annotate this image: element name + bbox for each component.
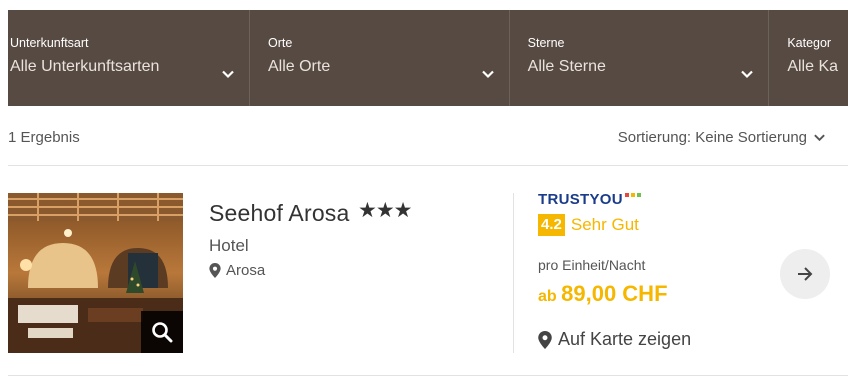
filter-orte[interactable]: Orte Alle Orte [250, 10, 510, 106]
divider [8, 165, 848, 166]
filter-label: Orte [267, 36, 293, 50]
sort-label: Sortierung: Keine Sortierung [617, 129, 807, 146]
rating-score: 4.2 [538, 214, 565, 236]
filter-label: Unterkunftsart [10, 36, 89, 50]
filter-bar: Unterkunftsart Alle Unterkunftsarten Ort… [8, 10, 848, 106]
trustyou-logo: TRUSTYOU [538, 191, 641, 208]
chevron-down-icon [741, 70, 754, 79]
filter-unterkunftsart[interactable]: Unterkunftsart Alle Unterkunftsarten [8, 10, 250, 106]
filter-value: Alle Ka [787, 58, 839, 75]
rating-row: 4.2 Sehr Gut [538, 214, 639, 236]
trustyou-dots [624, 193, 641, 197]
filter-value: Alle Orte [267, 58, 331, 75]
search-icon [152, 322, 173, 343]
map-marker-icon [209, 263, 221, 278]
zoom-button[interactable] [141, 311, 183, 353]
chevron-down-icon [814, 134, 825, 142]
divider [8, 375, 848, 376]
filter-label: Sterne [527, 36, 565, 50]
location-label: Arosa [226, 262, 266, 279]
chevron-down-icon [481, 70, 494, 79]
filter-sterne[interactable]: Sterne Alle Sterne [510, 10, 770, 106]
filter-label: Kategor [787, 36, 832, 50]
show-on-map-link[interactable]: Auf Karte zeigen [538, 329, 691, 350]
map-link-label: Auf Karte zeigen [558, 329, 692, 349]
map-marker-icon [538, 330, 552, 349]
hotel-location: Arosa [209, 262, 265, 279]
details-button[interactable] [780, 249, 830, 299]
hotel-type: Hotel [209, 236, 249, 255]
arrow-right-icon [798, 267, 813, 281]
chevron-down-icon [222, 70, 234, 79]
star-rating: ★★★ [358, 199, 412, 222]
hotel-name[interactable]: Seehof Arosa [209, 200, 350, 227]
trustyou-label: TRUSTYOU [538, 191, 623, 208]
hotel-image[interactable] [8, 193, 183, 353]
rating-label: Sehr Gut [570, 215, 639, 234]
price-unit: pro Einheit/Nacht [538, 257, 646, 273]
price-amount: 89,00 CHF [561, 281, 668, 306]
price: ab 89,00 CHF [538, 281, 668, 307]
divider [513, 193, 514, 353]
price-prefix: ab [538, 288, 557, 305]
sort-dropdown[interactable]: Sortierung: Keine Sortierung [618, 129, 826, 146]
result-count: 1 Ergebnis [8, 129, 80, 146]
filter-kategorie[interactable]: Kategor Alle Ka [769, 10, 848, 106]
filter-value: Alle Unterkunftsarten [10, 58, 160, 75]
filter-value: Alle Sterne [527, 58, 606, 75]
